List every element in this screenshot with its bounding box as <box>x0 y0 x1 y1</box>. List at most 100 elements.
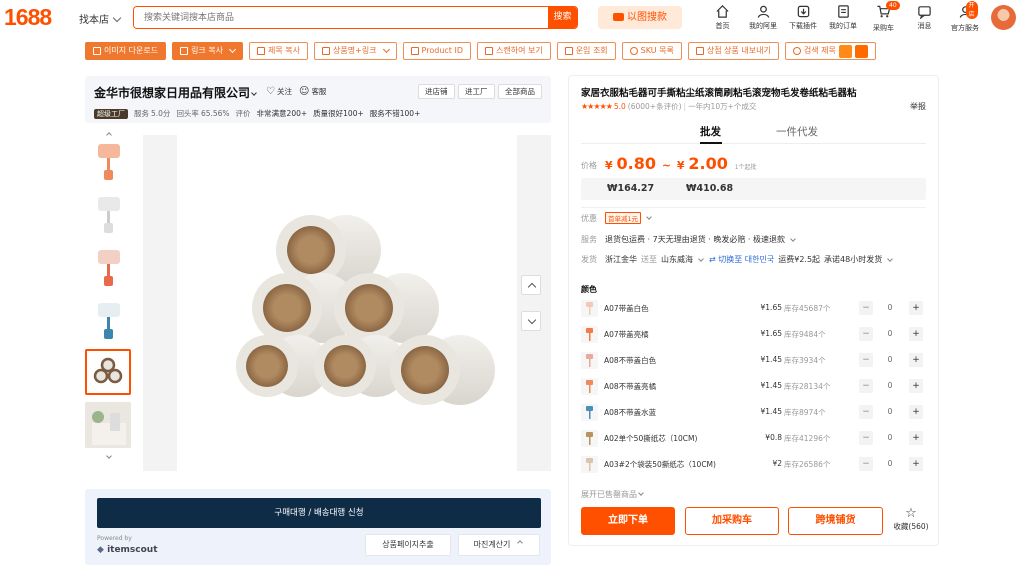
thumbnail-4[interactable] <box>85 296 131 342</box>
customer-service-button[interactable]: ☺ 客服 <box>299 86 326 97</box>
tab-wholesale[interactable]: 批发 <box>700 124 721 139</box>
nav-purchase-cart[interactable]: 40 采购车 <box>873 1 900 33</box>
quantity-decrease-button[interactable]: − <box>859 457 873 471</box>
variant-thumbnail[interactable] <box>581 326 598 343</box>
search-input[interactable] <box>134 7 544 28</box>
promo-label: 优惠 <box>581 214 597 223</box>
image-prev-button[interactable] <box>521 275 541 295</box>
report-link[interactable]: 举报 <box>910 101 926 112</box>
quantity-decrease-button[interactable]: − <box>859 431 873 445</box>
freight-lookup-button[interactable]: 운임 조회 <box>556 42 616 60</box>
keyword-tool-icon[interactable] <box>838 44 852 58</box>
promo-row[interactable]: 首单减1元 <box>605 212 653 224</box>
nav-my-orders[interactable]: 我的订单 <box>829 4 857 31</box>
site-logo[interactable]: 1688 <box>4 4 52 31</box>
add-to-cart-button[interactable]: 加采购车 <box>685 507 779 535</box>
quantity-value[interactable]: 0 <box>883 329 897 338</box>
nav-messages[interactable]: 消息 <box>917 4 932 31</box>
chevron-down-icon <box>646 214 652 220</box>
product-name-link-button[interactable]: 상품명+링크 <box>314 42 397 60</box>
variant-thumbnail[interactable] <box>581 352 598 369</box>
quantity-value[interactable]: 0 <box>883 303 897 312</box>
ship-promise[interactable]: 承诺48小时发货 <box>824 254 882 265</box>
variant-thumbnail[interactable] <box>581 300 598 317</box>
tab-dropship[interactable]: 一件代发 <box>776 124 818 139</box>
image-next-button[interactable] <box>521 311 541 331</box>
favorite-count: (560) <box>908 522 929 531</box>
find-shop-dropdown[interactable]: 找本店 <box>79 11 122 26</box>
review-count[interactable]: (6000+条评价) <box>628 101 682 112</box>
copy-link-button[interactable]: 링크 복사 <box>172 42 244 60</box>
quantity-decrease-button[interactable]: − <box>859 301 873 315</box>
quantity-decrease-button[interactable]: − <box>859 379 873 393</box>
star-outline-icon: ☆ <box>905 506 917 521</box>
enter-shop-button[interactable]: 进店铺 <box>418 84 455 99</box>
thumbnail-1[interactable] <box>85 137 131 183</box>
chevron-down-icon[interactable] <box>382 45 390 54</box>
ship-to-location[interactable]: 山东威海 <box>661 254 693 265</box>
quantity-value[interactable]: 0 <box>883 433 897 442</box>
buy-now-button[interactable]: 立即下单 <box>581 507 675 535</box>
quantity-decrease-button[interactable]: − <box>859 353 873 367</box>
extract-page-button[interactable]: 상품페이지추출 <box>365 534 451 556</box>
quantity-value[interactable]: 0 <box>883 355 897 364</box>
thumb-scroll-down[interactable] <box>85 452 133 460</box>
nav-official-service[interactable]: 开店 官方服务 <box>951 1 979 33</box>
thumbnail-5[interactable] <box>85 349 131 395</box>
sku-list-button[interactable]: SKU 목록 <box>621 42 682 60</box>
quantity-increase-button[interactable]: + <box>909 353 923 367</box>
margin-calculator-button[interactable]: 마진계산기 <box>458 534 540 556</box>
export-shop-products-button[interactable]: 상점 상품 내보내기 <box>687 42 779 60</box>
quantity-increase-button[interactable]: + <box>909 379 923 393</box>
thumbnail-6[interactable] <box>85 402 131 448</box>
nav-my-ali[interactable]: 我的阿里 <box>749 4 777 31</box>
service-row[interactable]: 退货包运费 · 7天无理由退货 · 晚发必赔 · 极速退款 <box>605 234 797 245</box>
ship-to-word: 送至 <box>641 255 657 264</box>
home-icon <box>716 5 729 18</box>
favorite-button[interactable]: ☆ 收藏(560) <box>891 507 931 532</box>
thumbnail-3[interactable] <box>85 243 131 289</box>
image-download-button[interactable]: 이미지 다운로드 <box>85 42 167 60</box>
thumbnail-list <box>85 132 133 460</box>
quantity-value[interactable]: 0 <box>883 459 897 468</box>
all-products-button[interactable]: 全部商品 <box>498 84 542 99</box>
search-box: 搜索 <box>133 6 578 29</box>
shop-name[interactable]: 金华市很想家日用品有限公司 <box>94 84 258 101</box>
quantity-increase-button[interactable]: + <box>909 457 923 471</box>
quantity-value[interactable]: 0 <box>883 407 897 416</box>
powered-by-label: Powered by <box>97 535 132 542</box>
quantity-increase-button[interactable]: + <box>909 431 923 445</box>
chevron-down-icon[interactable] <box>229 45 237 54</box>
quantity-increase-button[interactable]: + <box>909 327 923 341</box>
nav-orders-label: 我的订单 <box>829 22 857 30</box>
shop-name-text: 金华市很想家日用品有限公司 <box>94 86 251 100</box>
quantity-decrease-button[interactable]: − <box>859 405 873 419</box>
search-title-button[interactable]: 검색 제목 <box>784 42 876 60</box>
image-search-button[interactable]: 以图搜款 <box>598 6 682 29</box>
user-avatar[interactable] <box>991 5 1016 30</box>
quantity-value[interactable]: 0 <box>883 381 897 390</box>
search-button[interactable]: 搜索 <box>548 7 577 28</box>
quantity-decrease-button[interactable]: − <box>859 327 873 341</box>
switch-country-link[interactable]: ⇄ 切换至 대한민국 <box>709 254 774 265</box>
variant-thumbnail[interactable] <box>581 456 598 473</box>
cross-border-distribute-button[interactable]: 跨境铺货 <box>788 507 883 535</box>
quantity-increase-button[interactable]: + <box>909 301 923 315</box>
product-id-button[interactable]: Product ID <box>402 42 471 60</box>
nav-download-plugin[interactable]: 下载插件 <box>789 4 817 31</box>
copy-title-button[interactable]: 제목 복사 <box>249 42 309 60</box>
scan-view-button[interactable]: 스캔하여 보기 <box>476 42 551 60</box>
quantity-increase-button[interactable]: + <box>909 405 923 419</box>
variant-thumbnail[interactable] <box>581 430 598 447</box>
follow-button[interactable]: ♡ 关注 <box>266 86 292 97</box>
variant-thumbnail[interactable] <box>581 378 598 395</box>
thumb-scroll-up[interactable] <box>85 129 133 138</box>
naver-tool-icon[interactable] <box>854 44 868 58</box>
enter-factory-button[interactable]: 进工厂 <box>458 84 495 99</box>
show-sold-out-toggle[interactable]: 展开已售罄商品 <box>581 489 645 500</box>
purchase-agent-button[interactable]: 구매대행 / 배송대행 신청 <box>97 498 541 528</box>
nav-home[interactable]: 首页 <box>715 4 730 31</box>
product-name-link-label: 상품명+링크 <box>333 46 377 55</box>
thumbnail-2[interactable] <box>85 190 131 236</box>
variant-thumbnail[interactable] <box>581 404 598 421</box>
